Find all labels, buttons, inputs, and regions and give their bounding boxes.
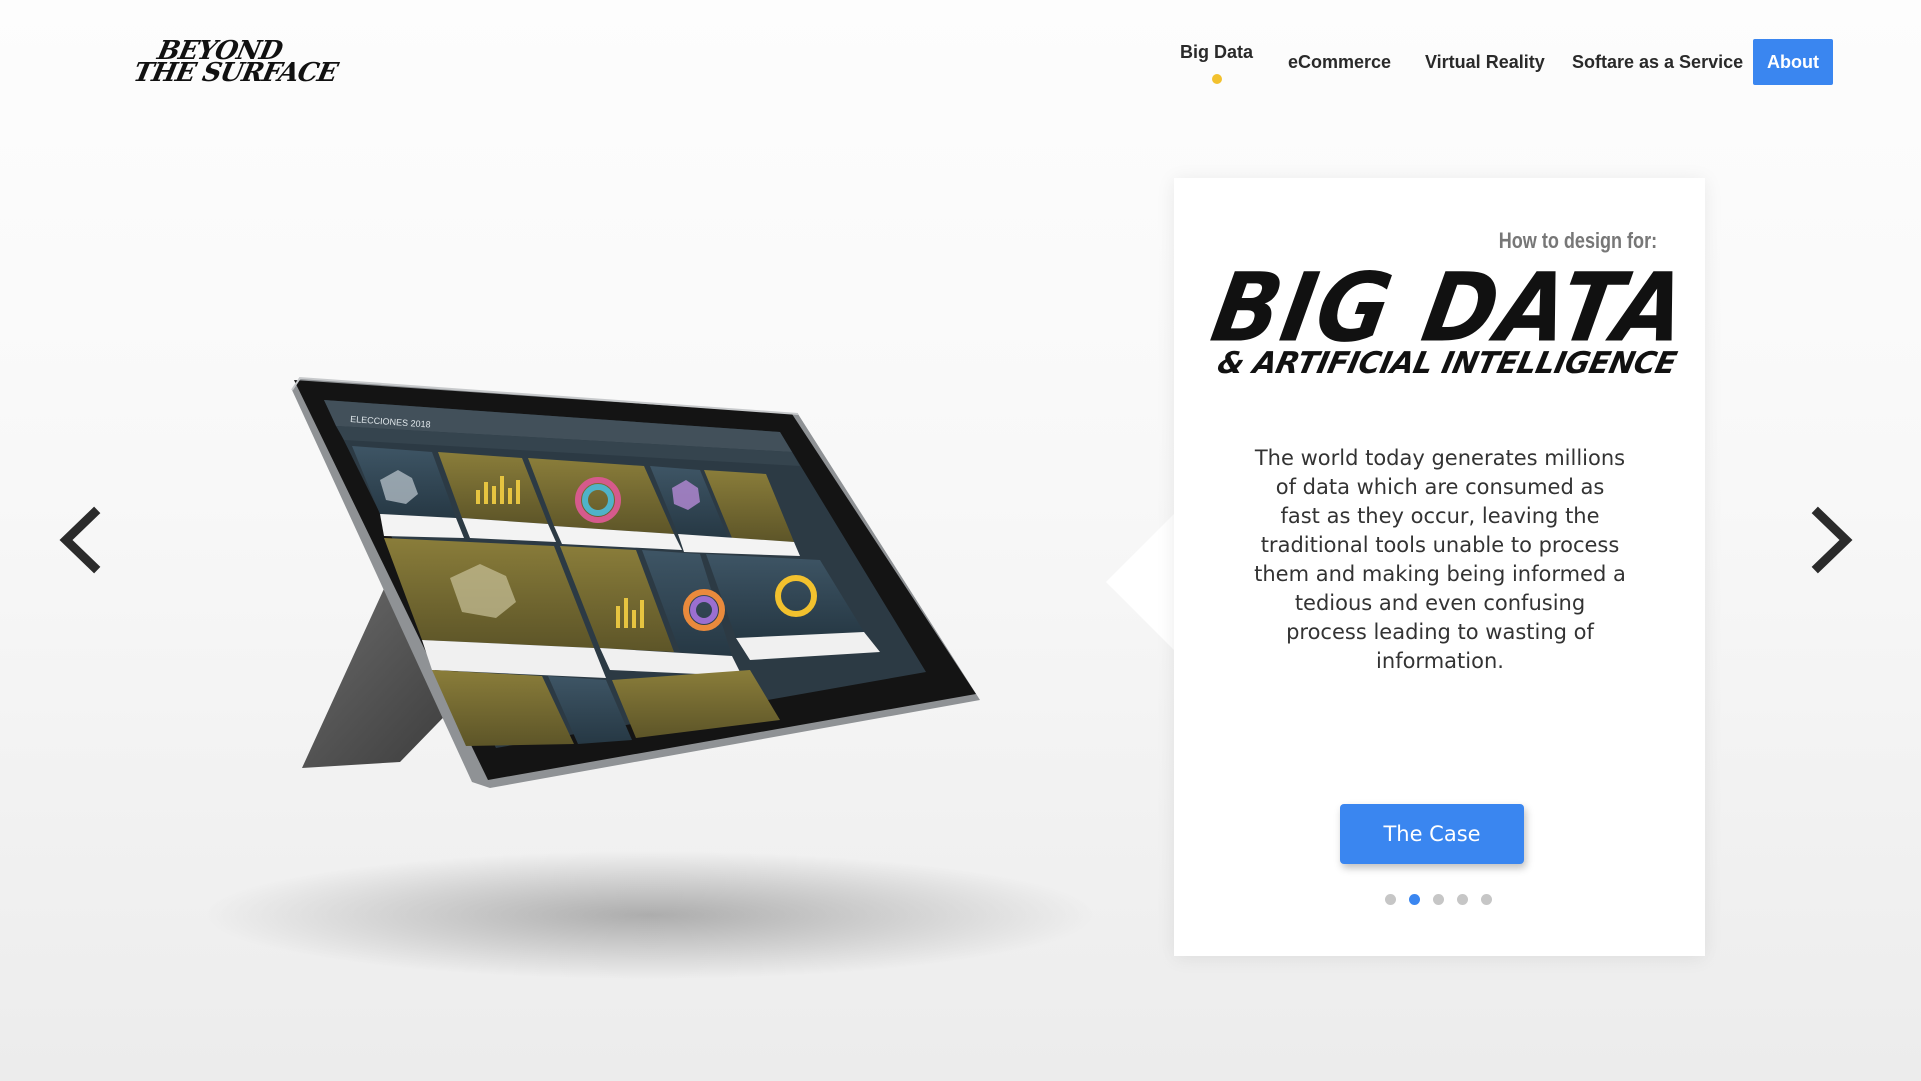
slide-dot-2[interactable]: [1409, 894, 1420, 905]
card-subtitle: & ARTIFICIAL INTELLIGENCE: [1214, 346, 1680, 381]
nav-item-virtual-reality[interactable]: Virtual Reality: [1425, 38, 1545, 86]
logo-line-2: THE SURFACE: [130, 58, 340, 88]
the-case-button[interactable]: The Case: [1340, 804, 1524, 864]
card-kicker: How to design for:: [1498, 228, 1657, 253]
slide-dot-1[interactable]: [1385, 894, 1396, 905]
slide-dot-4[interactable]: [1457, 894, 1468, 905]
slide-dot-5[interactable]: [1481, 894, 1492, 905]
tablet-image: ELECCIONES 2018: [280, 370, 1000, 810]
nav-item-label: eCommerce: [1288, 52, 1392, 72]
prev-slide-button[interactable]: [52, 505, 112, 575]
chevron-right-icon: [1811, 506, 1853, 574]
tablet-shadow: [200, 850, 1100, 980]
tablet-illustration: ELECCIONES 2018: [291, 376, 980, 788]
logo[interactable]: BEYOND THE SURFACE: [131, 34, 340, 88]
feature-card: How to design for: BIG DATA & ARTIFICIAL…: [1174, 178, 1705, 956]
about-button[interactable]: About: [1753, 39, 1833, 85]
slide-dot-3[interactable]: [1433, 894, 1444, 905]
nav-item-label: Big Data: [1180, 42, 1254, 62]
active-indicator-dot: [1211, 74, 1222, 84]
nav-item-big-data[interactable]: Big Data: [1180, 38, 1254, 84]
nav-item-label: Virtual Reality: [1425, 52, 1545, 72]
card-description: The world today generates millions of da…: [1254, 446, 1626, 673]
card-pointer: [1106, 512, 1176, 652]
chevron-left-icon: [59, 506, 101, 574]
nav-item-label: Softare as a Service: [1572, 52, 1744, 72]
nav-item-ecommerce[interactable]: eCommerce: [1288, 38, 1391, 86]
main-nav: Big Data eCommerce Virtual Reality Softa…: [1160, 38, 1832, 86]
nav-item-saas[interactable]: Softare as a Service: [1572, 38, 1743, 86]
next-slide-button[interactable]: [1800, 505, 1860, 575]
